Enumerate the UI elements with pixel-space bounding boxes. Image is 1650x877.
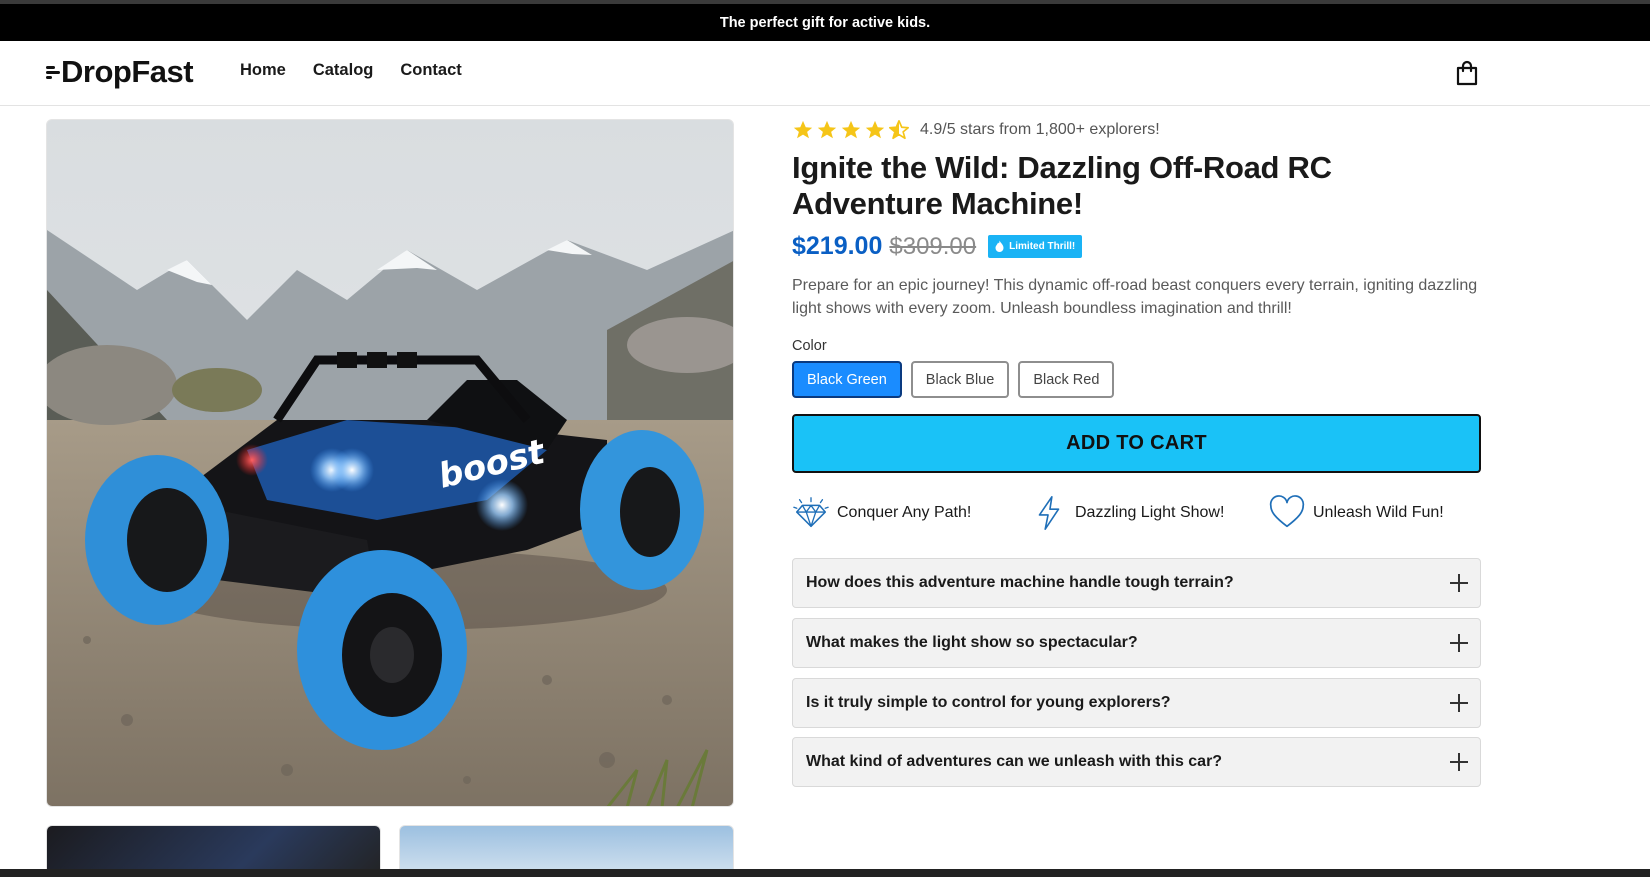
color-option-black-red[interactable]: Black Red xyxy=(1018,361,1115,398)
star-rating xyxy=(792,119,910,141)
logo-mark-icon xyxy=(46,62,60,82)
faq-question: What kind of adventures can we unleash w… xyxy=(806,753,1223,770)
feature-label: Dazzling Light Show! xyxy=(1075,504,1225,521)
compare-price: $309.00 xyxy=(889,232,977,260)
faq-item[interactable]: How does this adventure machine handle t… xyxy=(792,558,1481,608)
nav-catalog[interactable]: Catalog xyxy=(313,61,374,80)
color-option-black-green[interactable]: Black Green xyxy=(792,361,902,398)
price-row: $219.00 $309.00 Limited Thrill! xyxy=(792,232,1083,261)
star-icon xyxy=(841,120,861,139)
product-title: Ignite the Wild: Dazzling Off-Road RC Ad… xyxy=(792,150,1332,221)
flame-icon xyxy=(995,240,1004,252)
faq-question: How does this adventure machine handle t… xyxy=(806,574,1234,591)
faq-item[interactable]: Is it truly simple to control for young … xyxy=(792,678,1481,728)
rc-car-illustration: boost xyxy=(47,120,733,806)
site-header: DropFast Home Catalog Contact xyxy=(0,41,1650,106)
bottom-edge xyxy=(0,869,1650,877)
rating-row: 4.9/5 stars from 1,800+ explorers! xyxy=(792,119,1160,141)
plus-icon[interactable] xyxy=(1450,634,1468,652)
color-options: Black Green Black Blue Black Red xyxy=(792,361,1115,398)
add-to-cart-button[interactable]: ADD TO CART xyxy=(792,414,1481,473)
plus-icon[interactable] xyxy=(1450,574,1468,592)
shopping-bag-icon[interactable] xyxy=(1455,60,1479,86)
sale-price: $219.00 xyxy=(792,232,883,260)
heart-icon xyxy=(1269,495,1305,528)
product-description: Prepare for an epic journey! This dynami… xyxy=(792,277,1478,317)
color-label: Color xyxy=(792,338,827,354)
feature-item: Unleash Wild Fun! xyxy=(1268,494,1444,532)
diamond-icon xyxy=(793,497,829,528)
lightning-icon xyxy=(1038,496,1060,530)
half-star-icon xyxy=(889,120,909,140)
star-icon xyxy=(865,120,885,139)
product-main-image[interactable]: boost xyxy=(46,119,734,807)
announcement-text: The perfect gift for active kids. xyxy=(719,14,931,31)
faq-question: What makes the light show so spectacular… xyxy=(806,634,1138,651)
nav-contact[interactable]: Contact xyxy=(400,61,461,80)
faq-item[interactable]: What makes the light show so spectacular… xyxy=(792,618,1481,668)
plus-icon[interactable] xyxy=(1450,694,1468,712)
plus-icon[interactable] xyxy=(1450,753,1468,771)
star-icon xyxy=(793,120,813,139)
feature-label: Unleash Wild Fun! xyxy=(1313,504,1444,521)
faq-question: Is it truly simple to control for young … xyxy=(806,694,1171,711)
feature-item: Conquer Any Path! xyxy=(792,494,1030,532)
logo-text: DropFast xyxy=(61,54,194,89)
main-nav: Home Catalog Contact xyxy=(240,61,489,80)
star-icon xyxy=(817,120,837,139)
feature-label: Conquer Any Path! xyxy=(837,504,972,521)
announcement-bar: The perfect gift for active kids. xyxy=(0,4,1650,41)
feature-item: Dazzling Light Show! xyxy=(1030,494,1268,532)
badge-label: Limited Thrill! xyxy=(1009,241,1076,252)
nav-home[interactable]: Home xyxy=(240,61,286,80)
logo[interactable]: DropFast xyxy=(46,54,194,90)
rating-text: 4.9/5 stars from 1,800+ explorers! xyxy=(920,121,1160,138)
limited-badge: Limited Thrill! xyxy=(988,235,1083,258)
feature-list: Conquer Any Path! Dazzling Light Show! U… xyxy=(792,494,1481,532)
faq-item[interactable]: What kind of adventures can we unleash w… xyxy=(792,737,1481,787)
color-option-black-blue[interactable]: Black Blue xyxy=(910,361,1010,398)
